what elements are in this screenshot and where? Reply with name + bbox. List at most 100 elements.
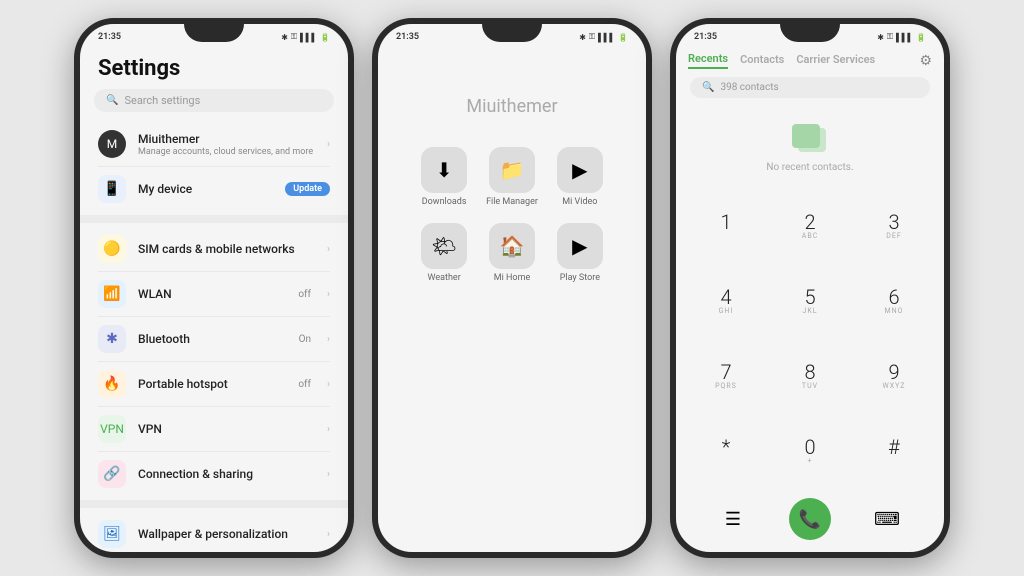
power-button — [947, 114, 950, 154]
num-key-6[interactable]: 6 MNO — [852, 264, 936, 339]
sim-icon: 🟡 — [98, 235, 126, 263]
hotspot-value: off — [298, 379, 311, 390]
tab-contacts[interactable]: Contacts — [740, 53, 784, 68]
app-item-filemanager[interactable]: 📁 File Manager — [486, 147, 538, 207]
weather-icon: 🌤 — [421, 223, 467, 269]
settings-item-bluetooth[interactable]: ✱ Bluetooth On › — [80, 317, 348, 361]
dialer-screen: 21:35 ✱ ⚿ ▌▌▌ 🔋 Recents Contacts Carrier… — [676, 24, 944, 552]
num-key-hash[interactable]: # — [852, 415, 936, 490]
volume-down-button — [74, 142, 77, 180]
weather-label: Weather — [428, 273, 461, 283]
app-item-mivideo[interactable]: ▶ Mi Video — [554, 147, 606, 207]
downloads-label: Downloads — [422, 197, 467, 207]
mihome-icon: 🏠 — [489, 223, 535, 269]
volume-down-button — [372, 142, 375, 180]
search-icon: 🔍 — [702, 82, 714, 93]
wifi-status-icon: ⚿ — [887, 32, 893, 42]
connection-icon: 🔗 — [98, 460, 126, 488]
arrow-icon: › — [327, 379, 330, 390]
contact-search-placeholder: 398 contacts — [720, 82, 778, 93]
no-recents-icon — [790, 124, 830, 156]
arrow-icon: › — [327, 424, 330, 435]
bluetooth-status-icon: ✱ — [579, 33, 586, 42]
section-divider — [80, 215, 348, 223]
update-badge[interactable]: Update — [285, 182, 330, 196]
settings-screen: 21:35 ✱ ⚿ ▌▌▌ 🔋 Settings 🔍 Search settin… — [80, 24, 348, 552]
mihome-label: Mi Home — [494, 273, 531, 283]
connection-label: Connection & sharing — [138, 467, 315, 481]
wlan-text: WLAN — [138, 287, 286, 301]
signal-icon: ▌▌▌ — [598, 33, 615, 42]
settings-item-mydevice[interactable]: 📱 My device Update — [80, 167, 348, 211]
arrow-icon: › — [327, 529, 330, 540]
search-bar[interactable]: 🔍 Search settings — [94, 89, 334, 112]
wifi-status-icon: ⚿ — [589, 32, 595, 42]
connection-text: Connection & sharing — [138, 467, 315, 481]
volume-down-button — [670, 142, 673, 180]
no-recents-area: No recent contacts. — [676, 104, 944, 189]
num-key-0[interactable]: 0 + — [768, 415, 852, 490]
settings-item-wallpaper[interactable]: 🖼 Wallpaper & personalization › — [80, 512, 348, 552]
numpad: 1 2 ABC 3 DEF 4 GHI 5 JKL 6 MNO — [676, 189, 944, 490]
app-item-mihome[interactable]: 🏠 Mi Home — [486, 223, 538, 283]
app-item-weather[interactable]: 🌤 Weather — [418, 223, 470, 283]
status-time: 21:35 — [98, 32, 121, 42]
app-item-playstore[interactable]: ▶ Play Store — [554, 223, 606, 283]
settings-item-sim[interactable]: 🟡 SIM cards & mobile networks › — [80, 227, 348, 271]
power-button — [649, 114, 652, 154]
bluetooth-text: Bluetooth — [138, 332, 287, 346]
wallpaper-text: Wallpaper & personalization — [138, 527, 315, 541]
battery-icon: 🔋 — [320, 33, 330, 42]
mivideo-label: Mi Video — [562, 197, 597, 207]
card-front — [792, 124, 820, 148]
num-key-1[interactable]: 1 — [684, 189, 768, 264]
num-key-star[interactable]: * — [684, 415, 768, 490]
arrow-icon: › — [327, 289, 330, 300]
app-item-downloads[interactable]: ⬇ Downloads — [418, 147, 470, 207]
settings-item-wlan[interactable]: 📶 WLAN off › — [80, 272, 348, 316]
num-key-3[interactable]: 3 DEF — [852, 189, 936, 264]
bluetooth-status-icon: ✱ — [281, 33, 288, 42]
settings-item-vpn[interactable]: VPN VPN › — [80, 407, 348, 451]
page-title: Settings — [80, 46, 348, 89]
vpn-label: VPN — [138, 422, 315, 436]
volume-up-button — [372, 104, 375, 132]
dialer-actions: ☰ 📞 ⌨ — [676, 490, 944, 552]
mivideo-icon: ▶ — [557, 147, 603, 193]
account-label: Miuithemer — [138, 132, 315, 146]
sim-text: SIM cards & mobile networks — [138, 242, 315, 256]
playstore-icon: ▶ — [557, 223, 603, 269]
arrow-icon: › — [327, 139, 330, 150]
section-divider-2 — [80, 500, 348, 508]
num-key-8[interactable]: 8 TUV — [768, 340, 852, 415]
status-icons: ✱ ⚿ ▌▌▌ 🔋 — [579, 32, 628, 42]
bluetooth-icon: ✱ — [98, 325, 126, 353]
dialpad-button[interactable]: ⌨ — [869, 501, 905, 537]
status-icons: ✱ ⚿ ▌▌▌ 🔋 — [281, 32, 330, 42]
menu-button[interactable]: ☰ — [715, 501, 751, 537]
num-key-7[interactable]: 7 PQRS — [684, 340, 768, 415]
sim-label: SIM cards & mobile networks — [138, 242, 315, 256]
search-placeholder: Search settings — [124, 94, 200, 107]
tab-carrier[interactable]: Carrier Services — [796, 53, 875, 68]
hotspot-text: Portable hotspot — [138, 377, 286, 391]
dialer-tabs: Recents Contacts Carrier Services ⚙ — [676, 46, 944, 73]
phone-drawer: 21:35 ✱ ⚿ ▌▌▌ 🔋 Miuithemer ⬇ Downloads — [372, 18, 652, 558]
vpn-icon: VPN — [98, 415, 126, 443]
filemanager-icon: 📁 — [489, 147, 535, 193]
num-key-4[interactable]: 4 GHI — [684, 264, 768, 339]
call-button[interactable]: 📞 — [789, 498, 831, 540]
num-key-9[interactable]: 9 WXYZ — [852, 340, 936, 415]
tab-recents[interactable]: Recents — [688, 52, 728, 69]
settings-item-connection[interactable]: 🔗 Connection & sharing › — [80, 452, 348, 496]
num-key-5[interactable]: 5 JKL — [768, 264, 852, 339]
notch — [184, 24, 244, 42]
settings-icon[interactable]: ⚙ — [919, 53, 932, 69]
arrow-icon: › — [327, 244, 330, 255]
contact-search[interactable]: 🔍 398 contacts — [690, 77, 930, 98]
settings-item-hotspot[interactable]: 🔥 Portable hotspot off › — [80, 362, 348, 406]
volume-up-button — [670, 104, 673, 132]
num-key-2[interactable]: 2 ABC — [768, 189, 852, 264]
battery-icon: 🔋 — [618, 33, 628, 42]
settings-item-account[interactable]: M Miuithemer Manage accounts, cloud serv… — [80, 122, 348, 166]
